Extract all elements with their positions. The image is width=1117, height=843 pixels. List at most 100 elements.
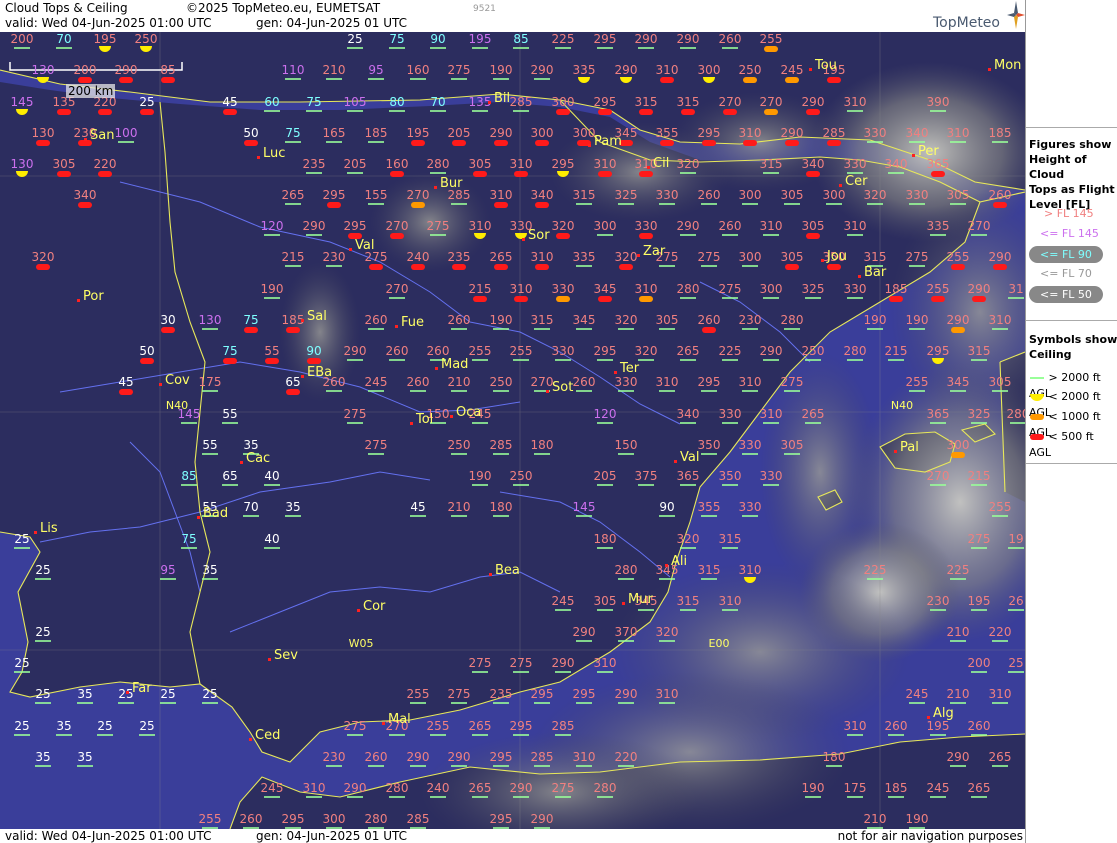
cloud-top-value: 290 xyxy=(344,344,366,361)
city-dot xyxy=(268,658,271,661)
cloud-top-value: 275 xyxy=(510,656,532,673)
cloud-top-text: 90 xyxy=(430,32,445,46)
cloud-top-text: 210 xyxy=(864,812,887,826)
cloud-top-text: 245 xyxy=(552,594,575,608)
ceiling-red-symbol xyxy=(369,264,383,270)
cloud-top-value: 330 xyxy=(739,438,761,455)
legend-separator xyxy=(1026,127,1117,128)
cloud-top-text: 130 xyxy=(32,126,55,140)
cloud-top-value: 35 xyxy=(77,687,93,704)
cloud-top-text: 335 xyxy=(573,250,596,264)
cloud-top-value: 310 xyxy=(844,219,866,236)
cloud-top-text: 295 xyxy=(594,32,617,46)
cloud-top-value: 19 xyxy=(1008,532,1024,549)
cloud-top-value: 295 xyxy=(594,344,616,361)
cloud-top-text: 345 xyxy=(573,313,596,327)
cloud-top-text: 300 xyxy=(739,188,762,202)
cloud-top-value: 330 xyxy=(864,126,887,143)
ceiling-red-symbol xyxy=(702,140,716,146)
cloud-top-text: 365 xyxy=(927,157,950,171)
cloud-top-value: 260 xyxy=(407,375,429,392)
ceiling-red-symbol xyxy=(556,233,570,239)
cloud-top-text: 230 xyxy=(739,313,762,327)
cloud-top-value: 315 xyxy=(968,344,990,361)
cloud-top-value: 25 xyxy=(35,687,51,704)
footer-valid-time: valid: Wed 04-Jun-2025 01:00 UTC xyxy=(5,829,212,843)
cloud-top-text: 340 xyxy=(531,188,554,202)
cloud-top-text: 245 xyxy=(927,781,950,795)
map-canvas: N40 N40W05 E00 200 70 195 250 25 75 90 195 85 225 29… xyxy=(0,32,1025,829)
cloud-top-text: 300 xyxy=(947,438,970,452)
cloud-top-value: 210 xyxy=(947,687,969,704)
legend-fl-70: <= FL 70 xyxy=(1040,267,1092,280)
cloud-top-value: 275 xyxy=(344,407,366,424)
ceiling-line-icon xyxy=(1030,377,1044,379)
ceiling-red-icon xyxy=(1030,434,1044,440)
cloud-top-text: 290 xyxy=(573,625,596,639)
cloud-top-text: 25 xyxy=(35,625,50,639)
cloud-top-text: 90 xyxy=(659,500,674,514)
ceiling-orange-symbol xyxy=(785,77,799,83)
cloud-top-value: 105 xyxy=(344,95,366,112)
cloud-top-text: 190 xyxy=(490,313,513,327)
cloud-top-value: 315 xyxy=(573,188,595,205)
cloud-top-text: 295 xyxy=(573,687,596,701)
cloud-top-text: 330 xyxy=(906,188,929,202)
cloud-top-value: 285 xyxy=(490,438,512,455)
city-dot xyxy=(357,609,360,612)
cloud-top-text: 290 xyxy=(781,126,804,140)
cloud-top-text: 290 xyxy=(490,126,513,140)
cloud-top-text: 355 xyxy=(698,500,721,514)
cloud-top-value: 235 xyxy=(303,157,325,174)
cloud-top-text: 335 xyxy=(573,63,596,77)
ceiling-red-symbol xyxy=(535,264,549,270)
cloud-top-text: 250 xyxy=(490,375,513,389)
cloud-top-text: 225 xyxy=(552,32,575,46)
scale-label: 200 km xyxy=(66,84,116,98)
city-dot xyxy=(240,461,243,464)
cloud-top-text: 320 xyxy=(615,250,638,264)
ceiling-red-symbol xyxy=(78,77,92,83)
cloud-top-text: 330 xyxy=(719,407,742,421)
cloud-top-text: 275 xyxy=(698,250,721,264)
cloud-top-value: 290 xyxy=(344,781,366,798)
city-name: Mal xyxy=(388,712,411,727)
ceiling-red-symbol xyxy=(161,327,175,333)
cloud-top-text: 330 xyxy=(864,126,887,140)
city-name: Cov xyxy=(165,373,190,388)
cloud-top-text: 305 xyxy=(469,157,492,171)
cloud-top-text: 175 xyxy=(199,375,222,389)
cloud-top-text: 270 xyxy=(719,95,742,109)
legend-heading-line: Tops as Flight xyxy=(1029,183,1115,196)
cloud-top-value: 295 xyxy=(594,32,617,49)
cloud-top-value: 31 xyxy=(1008,282,1024,299)
cloud-top-text: 275 xyxy=(469,656,492,670)
cloud-top-text: 295 xyxy=(490,750,513,764)
cloud-top-text: 50 xyxy=(139,344,154,358)
cloud-top-text: 295 xyxy=(510,719,533,733)
cloud-top-text: 230 xyxy=(323,750,346,764)
ceiling-orange-symbol xyxy=(951,327,965,333)
cloud-top-value: 195 xyxy=(469,32,491,49)
cloud-top-value: 290 xyxy=(615,687,637,704)
cloud-top-text: 355 xyxy=(656,126,679,140)
ceiling-red-symbol xyxy=(806,233,820,239)
city-name: Luc xyxy=(263,146,285,161)
cloud-top-value: 190 xyxy=(490,63,512,80)
city-dot xyxy=(858,275,861,278)
city-dot xyxy=(257,156,260,159)
cloud-top-text: 285 xyxy=(552,719,575,733)
cloud-top-text: 300 xyxy=(823,188,846,202)
cloud-top-value: 295 xyxy=(531,687,553,704)
cloud-top-text: 70 xyxy=(56,32,71,46)
cloud-top-text: 375 xyxy=(635,469,658,483)
satellite-map: N40 N40 W05 E00 200 70 195 250 25 75 90 195 85 225 29… xyxy=(0,32,1025,829)
cloud-top-text: 305 xyxy=(53,157,76,171)
cloud-top-text: 290 xyxy=(677,32,700,46)
city-name: Val xyxy=(680,450,699,465)
cloud-top-text: 260 xyxy=(573,375,596,389)
cloud-top-value: 90 xyxy=(430,32,446,49)
city-dot xyxy=(435,367,438,370)
cloud-top-text: 85 xyxy=(513,32,528,46)
ceiling-red-symbol xyxy=(140,109,154,115)
